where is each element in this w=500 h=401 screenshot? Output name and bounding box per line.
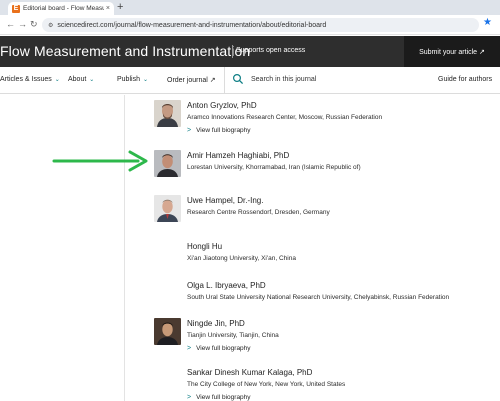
editor-affiliation: South Ural State University National Res…: [187, 294, 450, 301]
editor-name: Anton Gryzlov, PhD: [187, 101, 257, 110]
browser-tab-strip: E Editorial board - Flow Measure × +: [0, 0, 500, 15]
editor-photo: [154, 150, 181, 177]
guide-for-authors-link[interactable]: Guide for authors: [438, 76, 492, 83]
biography-label: View full biography: [196, 345, 251, 352]
bookmark-star-icon[interactable]: ★: [483, 17, 492, 28]
nav-about[interactable]: About ⌄: [68, 76, 94, 83]
reload-icon[interactable]: ↻: [30, 19, 38, 30]
tab-title: Editorial board - Flow Measure: [23, 5, 104, 12]
chevron-right-icon: >: [187, 127, 192, 134]
journal-title[interactable]: Flow Measurement and Instrumentation: [0, 43, 250, 59]
search-icon[interactable]: [232, 73, 244, 85]
editor-affiliation: Aramco Innovations Research Center, Mosc…: [187, 114, 383, 121]
journal-header: Flow Measurement and Instrumentation Sup…: [0, 36, 500, 67]
editor-affiliation: Xi'an Jiaotong University, Xi'an, China: [187, 255, 296, 262]
chevron-right-icon: >: [187, 394, 192, 401]
content-divider: [124, 95, 125, 401]
editor-photo: [154, 100, 181, 127]
journal-search-input[interactable]: Search in this journal: [251, 76, 316, 83]
editor-name: Sankar Dinesh Kumar Kalaga, PhD: [187, 368, 313, 377]
editor-photo: [154, 195, 181, 222]
editor-affiliation: The City College of New York, New York, …: [187, 381, 346, 388]
nav-articles-label: Articles & Issues: [0, 76, 52, 83]
chevron-down-icon: ⌄: [142, 77, 148, 83]
address-bar[interactable]: ⚙ sciencedirect.com/journal/flow-measure…: [42, 18, 479, 32]
biography-label: View full biography: [196, 394, 251, 401]
editor-name: Hongli Hu: [187, 242, 223, 251]
url-text: sciencedirect.com/journal/flow-measureme…: [57, 21, 327, 29]
submit-article-button[interactable]: Submit your article ↗: [404, 36, 500, 67]
nav-articles-issues[interactable]: Articles & Issues ⌄: [0, 76, 60, 83]
biography-label: View full biography: [196, 127, 251, 134]
chevron-down-icon: ⌄: [54, 77, 60, 83]
editor-affiliation: Lorestan University, Khorramabad, Iran (…: [187, 164, 361, 171]
editor-affiliation: Tianjin University, Tianjin, China: [187, 332, 279, 339]
editor-name: Amir Hamzeh Haghiabi, PhD: [187, 151, 290, 160]
editor-affiliation: Research Centre Rossendorf, Dresden, Ger…: [187, 209, 330, 216]
editor-name: Ningde Jin, PhD: [187, 319, 245, 328]
view-biography-link[interactable]: > View full biography: [187, 127, 251, 134]
nav-divider: [224, 67, 225, 94]
chevron-right-icon: >: [187, 345, 192, 352]
editor-photo: [154, 318, 181, 345]
forward-arrow-icon[interactable]: →: [18, 19, 27, 30]
nav-about-label: About: [68, 76, 87, 83]
header-divider: [232, 45, 233, 58]
open-access-label: Supports open access: [236, 47, 306, 54]
nav-publish-label: Publish: [117, 76, 140, 83]
back-arrow-icon[interactable]: ←: [6, 19, 15, 30]
editor-name: Olga L. Ibryaeva, PhD: [187, 281, 266, 290]
close-tab-icon[interactable]: ×: [106, 5, 110, 12]
chevron-down-icon: ⌄: [89, 77, 95, 83]
sciencedirect-favicon-icon: E: [12, 4, 20, 13]
new-tab-button[interactable]: +: [117, 1, 123, 14]
browser-toolbar: ← → ↻ ⚙ sciencedirect.com/journal/flow-m…: [0, 15, 500, 35]
site-info-icon[interactable]: ⚙: [48, 22, 53, 29]
view-biography-link[interactable]: > View full biography: [187, 345, 251, 352]
browser-tab[interactable]: E Editorial board - Flow Measure ×: [8, 2, 114, 15]
editor-name: Uwe Hampel, Dr.-Ing.: [187, 196, 264, 205]
journal-nav: Articles & Issues ⌄ About ⌄ Publish ⌄ Order…: [0, 67, 500, 94]
nav-publish[interactable]: Publish ⌄: [117, 76, 148, 83]
nav-order-journal[interactable]: Order journal ↗: [167, 76, 216, 84]
annotation-arrow-icon: [52, 150, 148, 172]
view-biography-link[interactable]: > View full biography: [187, 394, 251, 401]
